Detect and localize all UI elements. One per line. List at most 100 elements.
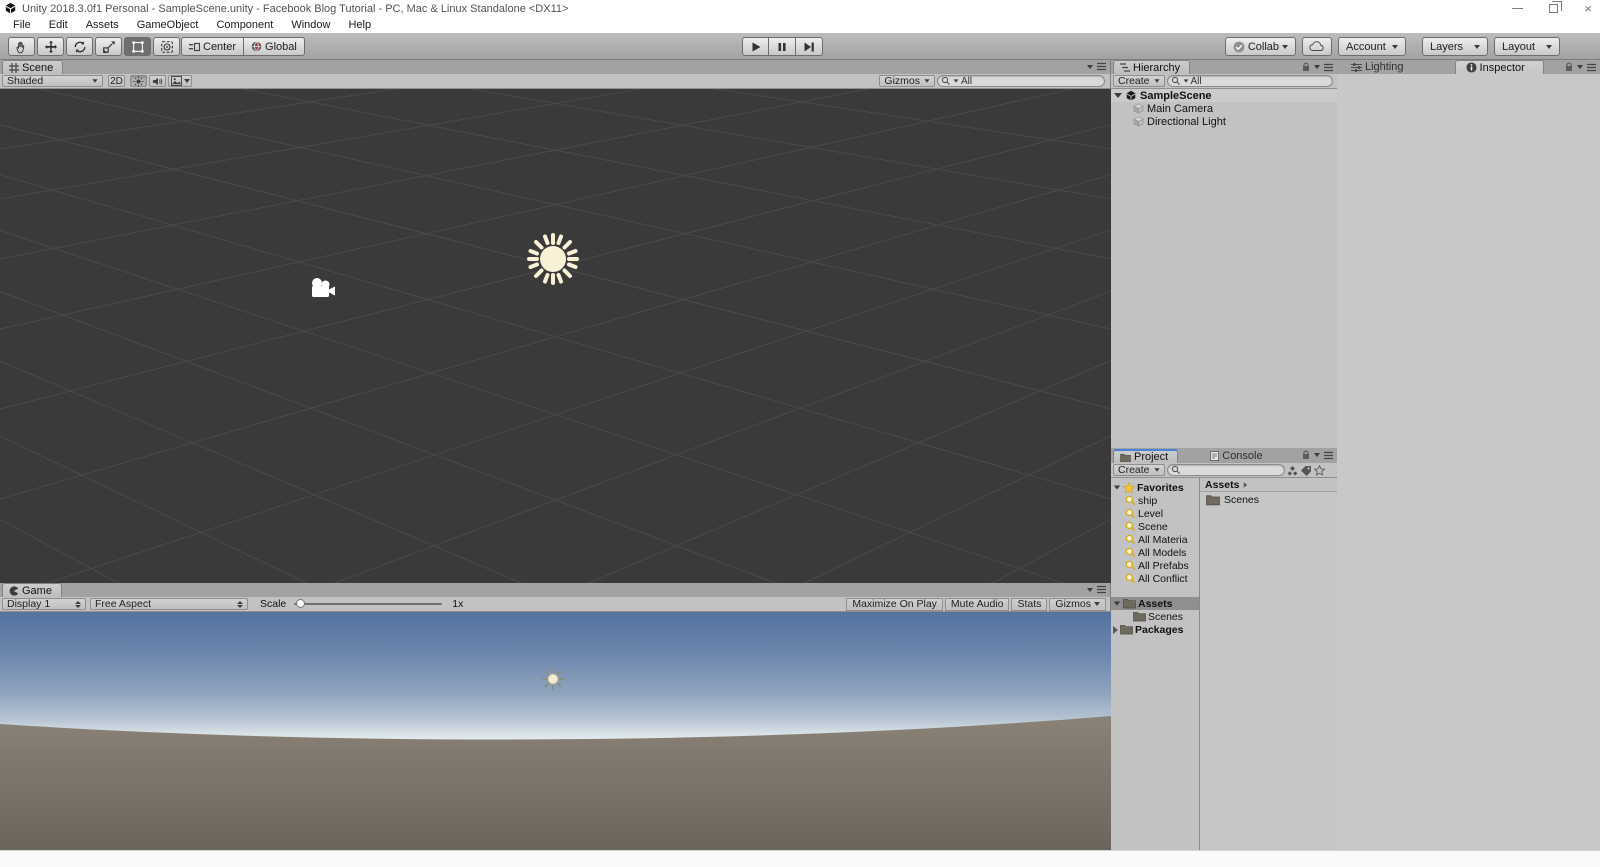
favorite-search-item[interactable]: All Models bbox=[1111, 546, 1199, 559]
hierarchy-panel-menu-icon[interactable] bbox=[1324, 63, 1333, 72]
hierarchy-create-button[interactable]: Create bbox=[1113, 75, 1165, 87]
tab-lighting[interactable]: Lighting bbox=[1345, 60, 1413, 74]
menu-edit[interactable]: Edit bbox=[40, 19, 77, 31]
tab-inspector[interactable]: Inspector bbox=[1454, 60, 1544, 74]
scene-effects-toggle[interactable] bbox=[168, 75, 192, 87]
assets-root[interactable]: Assets bbox=[1111, 597, 1199, 610]
game-panel-menu-icon[interactable] bbox=[1097, 585, 1106, 594]
favorite-search-item[interactable]: All Conflict bbox=[1111, 572, 1199, 585]
project-tabbar: Project Console bbox=[1111, 448, 1337, 463]
inspector-panel-menu-icon[interactable] bbox=[1587, 63, 1596, 72]
scale-tool-button[interactable] bbox=[95, 37, 122, 56]
scene-viewport[interactable] bbox=[0, 89, 1111, 583]
search-by-type-icon[interactable] bbox=[1287, 465, 1298, 476]
mute-audio-button[interactable]: Mute Audio bbox=[944, 597, 1010, 611]
scene-panel-dropdown-icon[interactable] bbox=[1087, 64, 1093, 69]
move-tool-button[interactable] bbox=[37, 37, 64, 56]
camera-gizmo[interactable] bbox=[308, 277, 338, 299]
tab-hierarchy[interactable]: Hierarchy bbox=[1113, 60, 1191, 74]
tab-scene[interactable]: Scene bbox=[2, 60, 64, 74]
pause-button[interactable] bbox=[769, 37, 796, 56]
rotate-icon bbox=[74, 40, 85, 53]
hierarchy-row-scene[interactable]: SampleScene bbox=[1111, 89, 1337, 102]
display-dropdown[interactable]: Display 1 bbox=[2, 598, 86, 610]
rotate-tool-button[interactable] bbox=[66, 37, 93, 56]
hierarchy-search-input[interactable]: All bbox=[1166, 75, 1333, 87]
expand-icon[interactable] bbox=[1114, 93, 1122, 98]
scale-slider-knob[interactable] bbox=[296, 599, 306, 608]
scene-audio-toggle[interactable] bbox=[149, 75, 166, 87]
directional-light-gizmo[interactable] bbox=[521, 227, 585, 291]
game-gizmos-dropdown[interactable]: Gizmos bbox=[1049, 597, 1106, 611]
transform-tool-button[interactable] bbox=[153, 37, 180, 56]
saved-search-icon bbox=[1125, 521, 1136, 532]
expand-icon[interactable] bbox=[1113, 601, 1121, 606]
menu-gameobject[interactable]: GameObject bbox=[128, 19, 208, 31]
favorites-root[interactable]: Favorites bbox=[1111, 481, 1199, 494]
menu-assets[interactable]: Assets bbox=[77, 19, 128, 31]
lock-icon[interactable] bbox=[1302, 62, 1310, 72]
hierarchy-row-directional-light[interactable]: Directional Light bbox=[1111, 115, 1337, 128]
favorite-search-item[interactable]: ship bbox=[1111, 494, 1199, 507]
layers-button[interactable]: Layers bbox=[1422, 37, 1488, 56]
account-button[interactable]: Account bbox=[1338, 37, 1406, 56]
maximize-on-play-button[interactable]: Maximize On Play bbox=[846, 597, 943, 611]
inspector-panel-dropdown-icon[interactable] bbox=[1577, 65, 1583, 69]
rect-tool-button[interactable] bbox=[124, 37, 151, 56]
collab-check-icon bbox=[1233, 41, 1245, 52]
favorite-search-item[interactable]: All Materia bbox=[1111, 533, 1199, 546]
step-button[interactable] bbox=[796, 37, 823, 56]
menu-file[interactable]: File bbox=[4, 19, 40, 31]
inspector-column: Lighting Inspector bbox=[1337, 60, 1600, 850]
game-panel-dropdown-icon[interactable] bbox=[1087, 587, 1093, 592]
search-favorites-icon[interactable] bbox=[1313, 464, 1325, 476]
favorite-search-item[interactable]: Level bbox=[1111, 507, 1199, 520]
packages-root[interactable]: Packages bbox=[1111, 623, 1199, 636]
scene-gizmos-dropdown[interactable]: Gizmos bbox=[879, 75, 935, 87]
expand-icon[interactable] bbox=[1113, 485, 1121, 490]
layout-button[interactable]: Layout bbox=[1494, 37, 1560, 56]
minimize-button[interactable] bbox=[1512, 8, 1524, 9]
tab-project[interactable]: Project bbox=[1113, 449, 1179, 463]
project-panel-dropdown-icon[interactable] bbox=[1314, 453, 1320, 457]
scale-slider[interactable] bbox=[294, 599, 443, 608]
favorite-search-item[interactable]: Scene bbox=[1111, 520, 1199, 533]
scene-panel-menu-icon[interactable] bbox=[1097, 62, 1106, 71]
project-search-input[interactable] bbox=[1166, 464, 1285, 476]
cloud-button[interactable] bbox=[1302, 37, 1332, 56]
pivot-center-button[interactable]: Center bbox=[181, 37, 245, 56]
hierarchy-panel-dropdown-icon[interactable] bbox=[1314, 65, 1320, 69]
space-global-button[interactable]: Global bbox=[244, 37, 305, 56]
stats-button[interactable]: Stats bbox=[1011, 597, 1048, 611]
menu-help[interactable]: Help bbox=[339, 19, 380, 31]
hierarchy-tabbar: Hierarchy bbox=[1111, 60, 1337, 74]
hierarchy-toolbar: Create All bbox=[1111, 74, 1337, 89]
game-viewport[interactable] bbox=[0, 612, 1111, 850]
unity-scene-icon bbox=[1126, 90, 1136, 101]
hand-tool-button[interactable] bbox=[8, 37, 35, 56]
scene-lighting-toggle[interactable] bbox=[130, 75, 147, 87]
collab-button[interactable]: Collab bbox=[1224, 37, 1296, 56]
collapse-icon[interactable] bbox=[1113, 625, 1118, 634]
hierarchy-row-main-camera[interactable]: Main Camera bbox=[1111, 102, 1337, 115]
2d-toggle[interactable]: 2D bbox=[108, 75, 125, 87]
tab-game[interactable]: Game bbox=[2, 583, 62, 597]
menu-component[interactable]: Component bbox=[207, 19, 282, 31]
close-button[interactable]: × bbox=[1584, 2, 1592, 15]
search-by-label-icon[interactable] bbox=[1300, 465, 1312, 476]
restore-button[interactable] bbox=[1549, 1, 1563, 13]
assets-child-scenes[interactable]: Scenes bbox=[1111, 610, 1199, 623]
play-button[interactable] bbox=[742, 37, 769, 56]
game-panel: Game Display 1 Free Aspect Scale 1x Maxi… bbox=[0, 583, 1111, 850]
project-item-scenes[interactable]: Scenes bbox=[1200, 492, 1337, 507]
menu-window[interactable]: Window bbox=[282, 19, 339, 31]
favorite-search-item[interactable]: All Prefabs bbox=[1111, 559, 1199, 572]
shading-mode-dropdown[interactable]: Shaded bbox=[2, 75, 103, 87]
scene-search-input[interactable]: All bbox=[937, 75, 1105, 87]
project-panel-menu-icon[interactable] bbox=[1324, 451, 1333, 460]
lock-icon[interactable] bbox=[1565, 62, 1573, 72]
project-create-button[interactable]: Create bbox=[1113, 464, 1165, 476]
aspect-dropdown[interactable]: Free Aspect bbox=[90, 598, 248, 610]
tab-console[interactable]: Console bbox=[1204, 449, 1271, 463]
lock-icon[interactable] bbox=[1302, 450, 1310, 460]
